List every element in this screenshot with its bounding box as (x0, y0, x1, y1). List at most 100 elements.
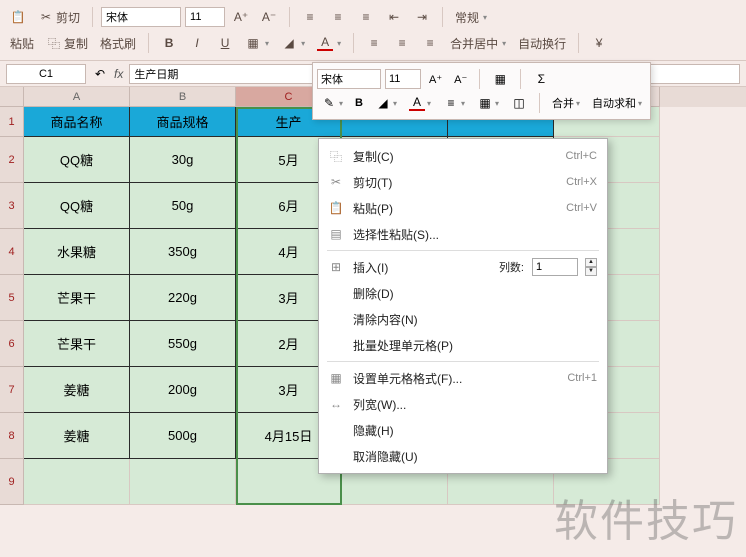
ctx-hide[interactable]: 隐藏(H) (319, 417, 607, 443)
mini-fill[interactable]: ◢ (371, 93, 401, 113)
ctx-delete[interactable]: 删除(D) (319, 280, 607, 306)
brush-icon: ✎ (321, 95, 337, 111)
row-header[interactable]: 5 (0, 275, 24, 321)
fill-color-button[interactable]: ◢ (277, 33, 309, 53)
cell[interactable]: QQ糖 (24, 137, 130, 183)
cell[interactable]: 220g (130, 275, 236, 321)
cell[interactable] (24, 459, 130, 505)
col-header-b[interactable]: B (130, 87, 236, 107)
ctx-col-width[interactable]: ↔列宽(W)... (319, 391, 607, 417)
ctx-insert[interactable]: ⊞插入(I)列数:▲▼ (319, 254, 607, 280)
align-right-button[interactable]: ≡ (418, 33, 442, 53)
format-painter-button[interactable]: 格式刷 (96, 33, 140, 54)
ctx-paste-special[interactable]: ▤选择性粘贴(S)... (319, 221, 607, 247)
mini-toolbar: A⁺ A⁻ ▦ Σ ✎ B ◢ A ≡ ▦ ◫ 合并 自动求和 (312, 62, 651, 120)
indent-decrease-button[interactable]: ⇤ (382, 7, 406, 27)
mini-font-color[interactable]: A (405, 93, 435, 113)
indent-right-icon: ⇥ (414, 9, 430, 25)
ctx-clear[interactable]: 清除内容(N) (319, 306, 607, 332)
copy-button[interactable]: ⿻复制 (42, 33, 92, 54)
align-bottom-button[interactable]: ≡ (354, 7, 378, 27)
paste-button[interactable]: 📋 (6, 7, 30, 27)
cell[interactable]: 550g (130, 321, 236, 367)
cell[interactable]: 姜糖 (24, 413, 130, 459)
mini-merge-icon[interactable]: ▦ (488, 69, 512, 89)
mini-font-size[interactable] (385, 69, 421, 89)
row-header[interactable]: 6 (0, 321, 24, 367)
name-box[interactable] (6, 64, 86, 84)
ctx-unhide[interactable]: 取消隐藏(U) (319, 443, 607, 469)
mini-align[interactable]: ≡ (439, 93, 469, 113)
cell[interactable]: 500g (130, 413, 236, 459)
align-top-button[interactable]: ≡ (298, 7, 322, 27)
cell[interactable]: 30g (130, 137, 236, 183)
italic-button[interactable]: I (185, 33, 209, 53)
align-left-button[interactable]: ≡ (362, 33, 386, 53)
merge-center-button[interactable]: 合并居中 (446, 33, 510, 54)
underline-button[interactable]: U (213, 33, 237, 53)
row-header[interactable]: 4 (0, 229, 24, 275)
ctx-batch[interactable]: 批量处理单元格(P) (319, 332, 607, 358)
paste-special-icon: ▤ (327, 225, 345, 243)
ctx-paste[interactable]: 📋粘贴(P)Ctrl+V (319, 195, 607, 221)
cell[interactable]: 50g (130, 183, 236, 229)
row-header[interactable]: 9 (0, 459, 24, 505)
mini-sum-icon[interactable]: Σ (529, 69, 553, 89)
ctx-cut[interactable]: ✂剪切(T)Ctrl+X (319, 169, 607, 195)
row-header[interactable]: 2 (0, 137, 24, 183)
align-top-icon: ≡ (302, 9, 318, 25)
mini-decrease-font[interactable]: A⁻ (450, 71, 471, 88)
increase-font-button[interactable]: A⁺ (229, 7, 253, 27)
align-middle-button[interactable]: ≡ (326, 7, 350, 27)
cell[interactable]: 商品名称 (24, 107, 130, 137)
cell[interactable]: 水果糖 (24, 229, 130, 275)
border-button[interactable]: ▦ (241, 33, 273, 53)
spin-up[interactable]: ▲ (585, 258, 597, 267)
mini-bold[interactable]: B (351, 95, 367, 111)
cell[interactable]: 200g (130, 367, 236, 413)
wrap-text-button[interactable]: 自动换行 (514, 33, 570, 54)
align-left-icon: ≡ (366, 35, 382, 51)
currency-button[interactable]: ¥ (587, 33, 611, 53)
cell[interactable]: 350g (130, 229, 236, 275)
border-icon: ▦ (245, 35, 261, 51)
ctx-copy[interactable]: ⿻复制(C)Ctrl+C (319, 143, 607, 169)
select-all-corner[interactable] (0, 87, 24, 107)
font-name-select[interactable] (101, 7, 181, 27)
number-format-select[interactable]: 常规 (451, 7, 491, 28)
merge-cells-icon: ▦ (492, 71, 508, 87)
decrease-font-button[interactable]: A⁻ (257, 7, 281, 27)
mini-merge-button[interactable]: 合并 (548, 93, 584, 113)
mini-format-painter[interactable]: ✎ (317, 93, 347, 113)
align-icon: ≡ (443, 95, 459, 111)
ribbon-toolbar: 📋 ✂剪切 A⁺ A⁻ ≡ ≡ ≡ ⇤ ⇥ 常规 粘贴 ⿻复制 格式刷 B I … (0, 0, 746, 61)
cell[interactable]: 商品规格 (130, 107, 236, 137)
font-color-button[interactable]: A (313, 33, 345, 53)
mini-border[interactable]: ▦ (473, 93, 503, 113)
row-header[interactable]: 7 (0, 367, 24, 413)
mini-font-name[interactable] (317, 69, 381, 89)
insert-count-input[interactable] (532, 258, 578, 276)
mini-autosum-button[interactable]: 自动求和 (588, 93, 646, 113)
cell[interactable]: 芒果干 (24, 321, 130, 367)
col-header-a[interactable]: A (24, 87, 130, 107)
cancel-formula-icon[interactable]: ↶ (92, 66, 108, 82)
spin-down[interactable]: ▼ (585, 267, 597, 276)
align-center-button[interactable]: ≡ (390, 33, 414, 53)
row-header[interactable]: 8 (0, 413, 24, 459)
mini-increase-font[interactable]: A⁺ (425, 71, 446, 88)
indent-increase-button[interactable]: ⇥ (410, 7, 434, 27)
fx-icon[interactable]: fx (114, 67, 123, 81)
cell[interactable]: 芒果干 (24, 275, 130, 321)
row-header[interactable]: 1 (0, 107, 24, 137)
paste-label[interactable]: 粘贴 (6, 33, 38, 54)
cell[interactable]: 姜糖 (24, 367, 130, 413)
cell[interactable]: QQ糖 (24, 183, 130, 229)
mini-format[interactable]: ◫ (507, 93, 531, 113)
cell[interactable] (130, 459, 236, 505)
font-size-select[interactable] (185, 7, 225, 27)
ctx-format-cells[interactable]: ▦设置单元格格式(F)...Ctrl+1 (319, 365, 607, 391)
bold-button[interactable]: B (157, 33, 181, 53)
cut-button[interactable]: ✂剪切 (34, 7, 84, 28)
row-header[interactable]: 3 (0, 183, 24, 229)
